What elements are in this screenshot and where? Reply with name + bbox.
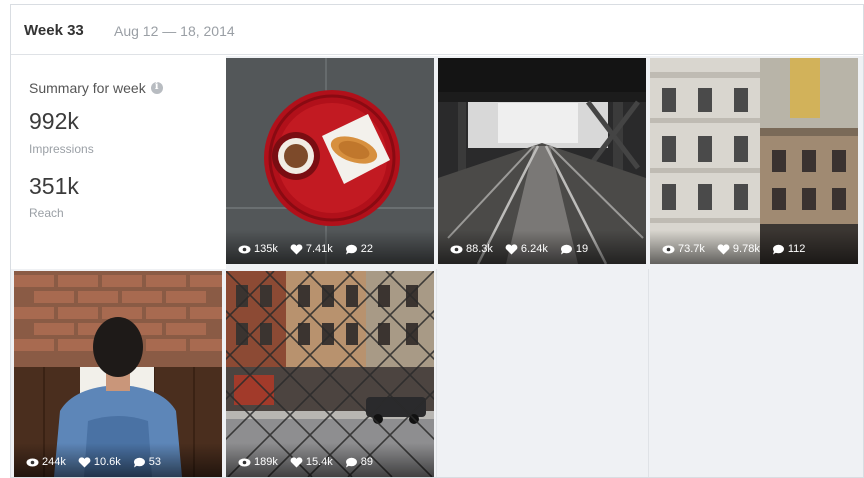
likes-count: 15.4k [305,456,333,468]
comments-count: 53 [148,456,162,468]
reach-value: 351k [29,173,79,199]
post-stats: 135k 7.41k 22 [226,230,434,264]
comments-count: 22 [360,243,374,255]
likes-stat: 10.6k [78,456,121,468]
comment-icon [772,244,784,254]
heart-icon [717,243,730,254]
views-count: 244k [42,456,66,468]
likes-stat: 9.78k [717,243,760,255]
info-icon[interactable] [150,81,163,94]
week-header: Week 33 Aug 12 — 18, 2014 [11,5,863,55]
heart-icon [290,456,303,467]
eye-icon [238,458,251,466]
likes-stat: 15.4k [290,456,333,468]
comments-count: 112 [787,243,806,255]
views-count: 189k [254,456,278,468]
views-stat: 244k [26,456,66,468]
weekly-summary-panel: Week 33 Aug 12 — 18, 2014 Summary for we… [10,4,864,478]
views-count: 135k [254,243,278,255]
post-tile-reader[interactable]: 244k 10.6k 53 [14,271,222,477]
reach-label: Reach [29,206,64,220]
likes-count: 9.78k [732,243,760,255]
comment-icon [345,457,357,467]
comments-stat: 22 [345,243,373,255]
summary-title: Summary for week [29,80,163,96]
heart-icon [290,243,303,254]
views-stat: 73.7k [662,243,705,255]
impressions-label: Impressions [29,142,94,156]
comments-stat: 112 [772,243,806,255]
post-stats: 189k 15.4k 89 [226,443,434,477]
eye-icon [662,245,675,253]
likes-count: 6.24k [520,243,548,255]
eye-icon [26,458,39,466]
week-summary: Summary for week 992k Impressions 351k R… [11,56,226,269]
post-tile-fence[interactable]: 189k 15.4k 89 [226,271,434,477]
views-count: 88.3k [466,243,493,255]
eye-icon [450,245,463,253]
likes-stat: 7.41k [290,243,333,255]
views-count: 73.7k [678,243,705,255]
comments-count: 19 [575,243,589,255]
post-stats: 88.3k 6.24k 19 [438,230,646,264]
grid-divider [436,269,437,477]
comment-icon [560,244,572,254]
post-tile-buildings[interactable]: 73.7k 9.78k 112 [650,58,858,264]
views-stat: 189k [238,456,278,468]
eye-icon [238,245,251,253]
comments-stat: 53 [133,456,161,468]
comment-icon [345,244,357,254]
grid-divider [648,269,649,477]
comment-icon [133,457,145,467]
heart-icon [78,456,91,467]
likes-count: 10.6k [93,456,121,468]
summary-title-text: Summary for week [29,80,146,96]
comments-stat: 89 [345,456,373,468]
impressions-value: 992k [29,108,79,134]
views-stat: 88.3k [450,243,493,255]
date-range: Aug 12 — 18, 2014 [114,23,235,39]
post-stats: 244k 10.6k 53 [14,443,222,477]
post-tile-coffee[interactable]: 135k 7.41k 22 [226,58,434,264]
comments-stat: 19 [560,243,588,255]
likes-count: 7.41k [305,243,333,255]
week-label: Week 33 [24,22,84,39]
post-tile-railway[interactable]: 88.3k 6.24k 19 [438,58,646,264]
post-stats: 73.7k 9.78k 112 [650,230,858,264]
views-stat: 135k [238,243,278,255]
comments-count: 89 [360,456,374,468]
heart-icon [505,243,518,254]
likes-stat: 6.24k [505,243,548,255]
